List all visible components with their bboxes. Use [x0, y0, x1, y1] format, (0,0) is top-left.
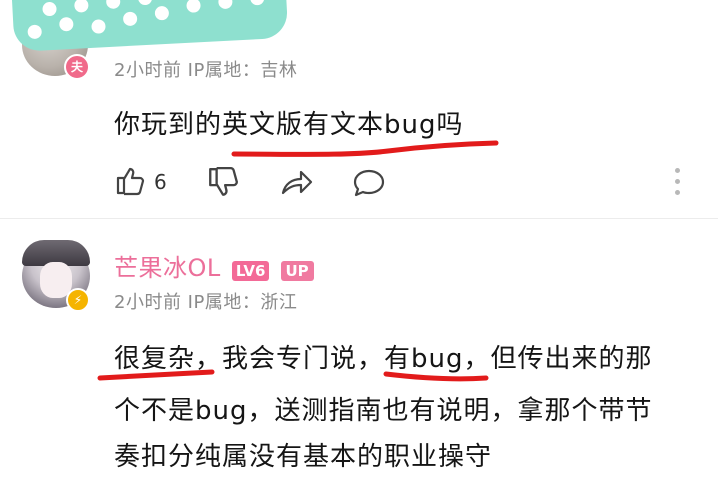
- dislike-button[interactable]: [206, 166, 240, 204]
- verified-badge-icon: ⚡: [66, 288, 90, 312]
- reply-button[interactable]: [352, 168, 386, 202]
- vip-badge: 夫: [64, 54, 90, 80]
- comment-line: 个不是bug，送测指南也有说明，拿那个带节: [114, 396, 653, 426]
- annotation-underline: [231, 140, 499, 157]
- like-button[interactable]: [114, 164, 146, 200]
- level-badge: LV6: [231, 261, 270, 281]
- like-count: 6: [154, 170, 167, 194]
- share-button[interactable]: [280, 168, 314, 202]
- more-icon[interactable]: [675, 168, 681, 201]
- thumbs-up-icon: [116, 167, 145, 196]
- share-icon: [281, 170, 313, 195]
- username-row: 芒果冰OL LV6 UP: [114, 248, 314, 283]
- redaction-mask: [12, 0, 289, 52]
- annotation-underline: [97, 369, 215, 381]
- annotation-underline: [383, 371, 489, 382]
- thumbs-down-icon: [209, 166, 238, 196]
- comment-meta: 2小时前 IP属地：吉林: [114, 60, 298, 81]
- comment-icon: [353, 169, 385, 197]
- up-badge: UP: [280, 261, 314, 281]
- comment-meta: 2小时前 IP属地：浙江: [114, 292, 298, 313]
- username[interactable]: 芒果冰OL: [114, 254, 221, 282]
- divider: [0, 218, 718, 219]
- comment-line: 奏扣分纯属没有基本的职业操守: [114, 442, 493, 472]
